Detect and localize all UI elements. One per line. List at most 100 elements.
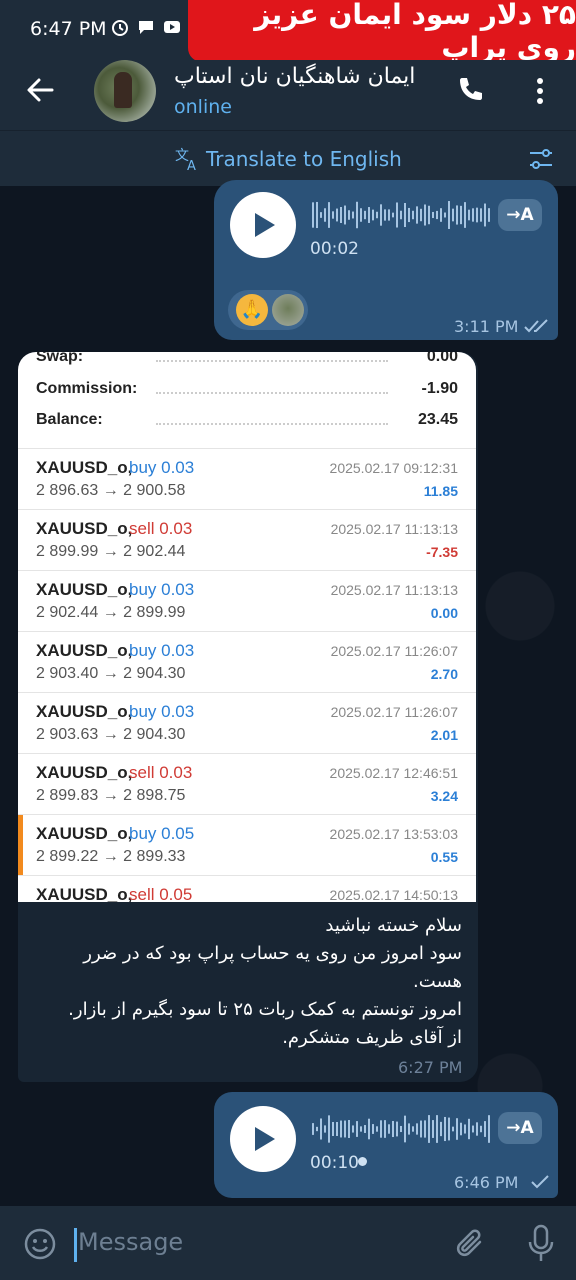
trade-history-screenshot[interactable]: Swap: 0.00 Commission: -1.90 Balance: 23… (18, 352, 476, 902)
trade-profit: -7.35 (426, 544, 458, 560)
trade-row: XAUUSD_o, buy 0.03 2 902.44 → 2 899.99 2025… (18, 570, 476, 631)
message-time: 6:46 PM (454, 1173, 519, 1192)
trade-symbol: XAUUSD_o, (36, 702, 133, 721)
trade-row: XAUUSD_o, sell 0.03 2 899.99 → 2 902.44 202… (18, 509, 476, 570)
waveform-bar (480, 208, 482, 222)
play-button[interactable] (230, 1106, 296, 1172)
summary-row-commission: Commission: -1.90 (36, 376, 458, 406)
trade-row: XAUUSD_o, buy 0.03 2 903.63 → 2 904.30 2025… (18, 692, 476, 753)
waveform-bar (424, 1120, 426, 1138)
trade-date: 2025.02.17 11:26:07 (330, 704, 458, 720)
transcribe-button[interactable]: →A (498, 1112, 542, 1144)
waveform-bar (328, 1115, 330, 1143)
waveform-bar (336, 208, 338, 222)
translate-to-english-link[interactable]: Translate to English (206, 147, 402, 171)
back-arrow-icon[interactable] (22, 72, 58, 108)
trade-prices: 2 899.83 → 2 898.75 (36, 787, 186, 804)
waveform-bar (344, 205, 346, 225)
trade-prices: 2 899.99 → 2 902.44 (36, 543, 186, 560)
waveform-bar (344, 1120, 346, 1138)
trade-symbol: XAUUSD_o, (36, 763, 133, 782)
waveform-bar (436, 210, 438, 220)
waveform-bar (440, 208, 442, 222)
waveform-bar (468, 1118, 470, 1140)
waveform-bar (468, 209, 470, 221)
text-cursor (74, 1228, 77, 1262)
waveform-bar (480, 1125, 482, 1133)
waveform-bar (340, 1120, 342, 1138)
waveform-bar (320, 1118, 322, 1140)
waveform-bar (412, 1126, 414, 1132)
waveform-bar (356, 1121, 358, 1137)
chat-status: online (174, 96, 232, 118)
status-icons (110, 17, 182, 37)
trade-side: buy 0.03 (129, 580, 195, 599)
trade-row: XAUUSD_o, sell 0.05 2025.02.17 14:50:13 (18, 875, 476, 902)
waveform-bar (404, 202, 406, 228)
caption-line: سود امروز من روی یه حساب پراپ بود که در … (83, 943, 462, 992)
waveform-bar (420, 208, 422, 222)
trade-symbol: XAUUSD_o, (36, 885, 133, 902)
phone-call-icon[interactable] (454, 74, 486, 106)
trade-side: sell 0.05 (129, 885, 193, 902)
summary-value: -1.90 (421, 380, 458, 397)
chat-title[interactable]: ایمان شاهنگیان نان استاپ (174, 64, 436, 89)
translate-settings-icon[interactable] (528, 146, 554, 172)
waveform-bar (416, 206, 418, 224)
waveform-bar (388, 1124, 390, 1134)
paperclip-icon[interactable] (454, 1226, 488, 1262)
message-input[interactable]: Message (78, 1228, 183, 1256)
waveform-bar (368, 207, 370, 223)
waveform-bar (360, 1126, 362, 1132)
waveform-bar (328, 202, 330, 228)
waveform-bar (332, 1121, 334, 1137)
trade-side: buy 0.03 (129, 458, 195, 477)
trade-profit: 0.55 (430, 849, 458, 865)
voice-waveform[interactable] (312, 1114, 494, 1144)
transcribe-button[interactable]: →A (498, 199, 542, 231)
summary-value: 0.00 (426, 352, 458, 365)
waveform-bar (460, 1122, 462, 1136)
summary-row-swap: Swap: 0.00 (36, 352, 458, 374)
trade-prices: 2 903.63 → 2 904.30 (36, 726, 186, 743)
emoji-icon[interactable] (22, 1226, 58, 1262)
waveform-bar (424, 204, 426, 226)
waveform-bar (420, 1120, 422, 1138)
waveform-bar (472, 208, 474, 222)
waveform-bar (380, 204, 382, 226)
waveform-bar (356, 201, 358, 229)
alarm-icon (112, 20, 128, 36)
summary-row-balance: Balance: 23.45 (36, 407, 458, 437)
dotted-leader (156, 423, 388, 425)
single-check-icon (531, 1175, 549, 1189)
trade-date: 2025.02.17 11:26:07 (330, 643, 458, 659)
waveform-bar (428, 205, 430, 225)
highlight-marker (18, 815, 23, 876)
waveform-bar (464, 1124, 466, 1134)
trade-date: 2025.02.17 13:53:03 (329, 826, 458, 842)
trade-symbol: XAUUSD_o, (36, 824, 133, 843)
youtube-icon (164, 21, 180, 33)
contact-avatar[interactable] (94, 60, 156, 122)
trade-profit: 2.70 (430, 666, 458, 682)
waveform-bar (396, 1121, 398, 1137)
waveform-bar (364, 1125, 366, 1133)
voice-waveform[interactable] (312, 200, 494, 230)
trade-date: 2025.02.17 14:50:13 (329, 887, 458, 902)
more-menu-icon[interactable] (528, 76, 552, 106)
waveform-bar (448, 201, 450, 229)
waveform-bar (360, 208, 362, 222)
waveform-bar (352, 211, 354, 219)
trade-profit: 11.85 (423, 483, 458, 499)
trade-profit: 2.01 (430, 727, 458, 743)
microphone-icon[interactable] (526, 1224, 556, 1264)
summary-label: Swap: (36, 352, 84, 365)
reaction-pill[interactable]: 🙏 (228, 290, 308, 330)
waveform-bar (472, 1125, 474, 1133)
waveform-bar (432, 1120, 434, 1138)
waveform-bar (368, 1118, 370, 1140)
waveform-bar (464, 202, 466, 228)
waveform-bar (428, 1115, 430, 1143)
play-button[interactable] (230, 192, 296, 258)
waveform-bar (316, 1126, 318, 1132)
